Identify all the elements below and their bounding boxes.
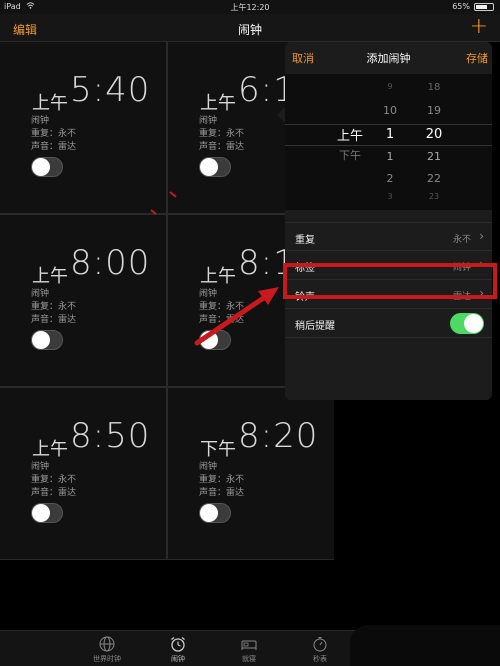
alarm-card[interactable]: 上午 5:40 闹钟 重复：永不 声音：雷达 <box>0 42 166 213</box>
popover-header: 取消 添加闹钟 存储 <box>285 42 492 74</box>
picker-minute[interactable]: 18 <box>423 82 445 93</box>
picker-hour[interactable]: 3 <box>382 192 398 201</box>
alarm-toggle[interactable] <box>31 330 63 350</box>
alarm-sound: 声音：雷达 <box>199 315 245 325</box>
alarm-time: 8:20 <box>238 416 319 456</box>
alarm-ampm: 下午 <box>200 439 236 460</box>
popover-title: 添加闹钟 <box>366 52 411 65</box>
stopwatch-icon <box>313 637 327 652</box>
tab-bar-edge-shape <box>350 625 500 666</box>
tab-label: 世界时钟 <box>93 655 121 663</box>
alarm-repeat: 重复：永不 <box>31 475 77 485</box>
alarm-label: 闹钟 <box>199 116 218 126</box>
alarm-ampm: 上午 <box>32 93 68 114</box>
alarm-sound: 声音：雷达 <box>31 315 77 325</box>
nav-bar: 编辑 闹钟 + <box>0 14 500 42</box>
alarm-sound: 声音：雷达 <box>31 142 77 152</box>
page-title: 闹钟 <box>237 23 262 37</box>
save-button[interactable]: 存储 <box>466 50 488 66</box>
tab-bedtime[interactable]: 就寝 <box>224 635 274 664</box>
alarm-label: 闹钟 <box>199 462 218 472</box>
tab-stopwatch[interactable]: 秒表 <box>295 635 345 664</box>
globe-icon <box>99 636 115 652</box>
repeat-label: 重复 <box>295 235 315 246</box>
alarm-time: 8:00 <box>70 243 151 283</box>
alarm-ampm: 上午 <box>32 439 68 460</box>
picker-minute-selected[interactable]: 20 <box>423 127 445 142</box>
alarm-label: 闹钟 <box>31 289 50 299</box>
alarm-time: 8:50 <box>70 416 151 456</box>
status-bar: iPad 上午12:20 65% <box>0 0 500 14</box>
chevron-right-icon: › <box>479 229 484 243</box>
alarm-repeat: 重复：永不 <box>199 129 245 139</box>
alarm-toggle[interactable] <box>31 157 63 177</box>
alarm-repeat: 重复：永不 <box>199 302 245 312</box>
alarm-ampm: 上午 <box>32 266 68 287</box>
alarm-repeat: 重复：永不 <box>31 129 77 139</box>
picker-hour-selected[interactable]: 1 <box>382 127 398 142</box>
alarm-label: 闹钟 <box>31 462 50 472</box>
snooze-label: 稍后提醒 <box>295 321 335 332</box>
alarm-ampm: 上午 <box>200 266 236 287</box>
alarm-card[interactable]: 上午 8:50 闹钟 重复：永不 声音：雷达 <box>0 388 166 559</box>
bed-icon <box>241 640 257 650</box>
alarm-label: 闹钟 <box>199 289 218 299</box>
add-alarm-popover: 取消 添加闹钟 存储 上午 下午 9 10 1 1 2 3 18 19 20 2… <box>277 42 492 400</box>
tab-world-clock[interactable]: 世界时钟 <box>82 635 132 664</box>
alarm-card[interactable]: 上午 8:00 闹钟 重复：永不 声音：雷达 <box>0 215 166 386</box>
alarm-repeat: 重复：永不 <box>31 302 77 312</box>
snooze-row: 稍后提醒 <box>285 309 492 338</box>
alarm-sound: 声音：雷达 <box>199 142 245 152</box>
picker-ampm-selected[interactable]: 上午 <box>337 125 363 144</box>
tab-bar: 世界时钟 闹钟 就寝 秒表 <box>0 625 500 666</box>
picker-ampm-option[interactable]: 下午 <box>339 147 361 163</box>
alarm-toggle[interactable] <box>199 157 231 177</box>
picker-minute[interactable]: 23 <box>423 192 445 201</box>
tab-label: 闹钟 <box>171 655 185 663</box>
tab-label: 就寝 <box>242 655 256 663</box>
alarm-label: 闹钟 <box>31 116 50 126</box>
picker-minute[interactable]: 22 <box>423 172 445 185</box>
alarm-sound: 声音：雷达 <box>199 488 245 498</box>
alarm-ampm: 上午 <box>200 93 236 114</box>
picker-minute[interactable]: 19 <box>423 104 445 117</box>
picker-hour[interactable]: 1 <box>382 150 398 163</box>
tab-alarm[interactable]: 闹钟 <box>153 635 203 664</box>
time-picker[interactable]: 上午 下午 9 10 1 1 2 3 18 19 20 21 22 23 <box>285 74 492 210</box>
picker-hour[interactable]: 10 <box>382 104 398 117</box>
alarm-sound: 声音：雷达 <box>31 488 77 498</box>
battery-percent: 65% <box>452 2 470 11</box>
repeat-value: 永不 <box>452 235 471 245</box>
picker-minute[interactable]: 21 <box>423 150 445 163</box>
add-alarm-button[interactable]: + <box>470 14 488 39</box>
alarm-clock-icon <box>171 636 185 652</box>
alarm-repeat: 重复：永不 <box>199 475 245 485</box>
picker-hour[interactable]: 9 <box>382 82 398 91</box>
snooze-switch[interactable] <box>450 313 484 334</box>
alarm-toggle[interactable] <box>31 503 63 523</box>
alarm-toggle[interactable] <box>199 330 231 350</box>
status-time: 上午12:20 <box>230 3 270 12</box>
tab-label: 秒表 <box>313 655 327 663</box>
alarm-card[interactable]: 下午 8:20 闹钟 重复：永不 声音：雷达 <box>168 388 334 559</box>
repeat-row[interactable]: 重复 永不 › <box>285 222 492 251</box>
picker-hour[interactable]: 2 <box>382 172 398 185</box>
battery-icon <box>474 3 494 11</box>
highlight-box <box>283 263 497 299</box>
alarm-toggle[interactable] <box>199 503 231 523</box>
alarm-time: 5:40 <box>70 70 151 110</box>
